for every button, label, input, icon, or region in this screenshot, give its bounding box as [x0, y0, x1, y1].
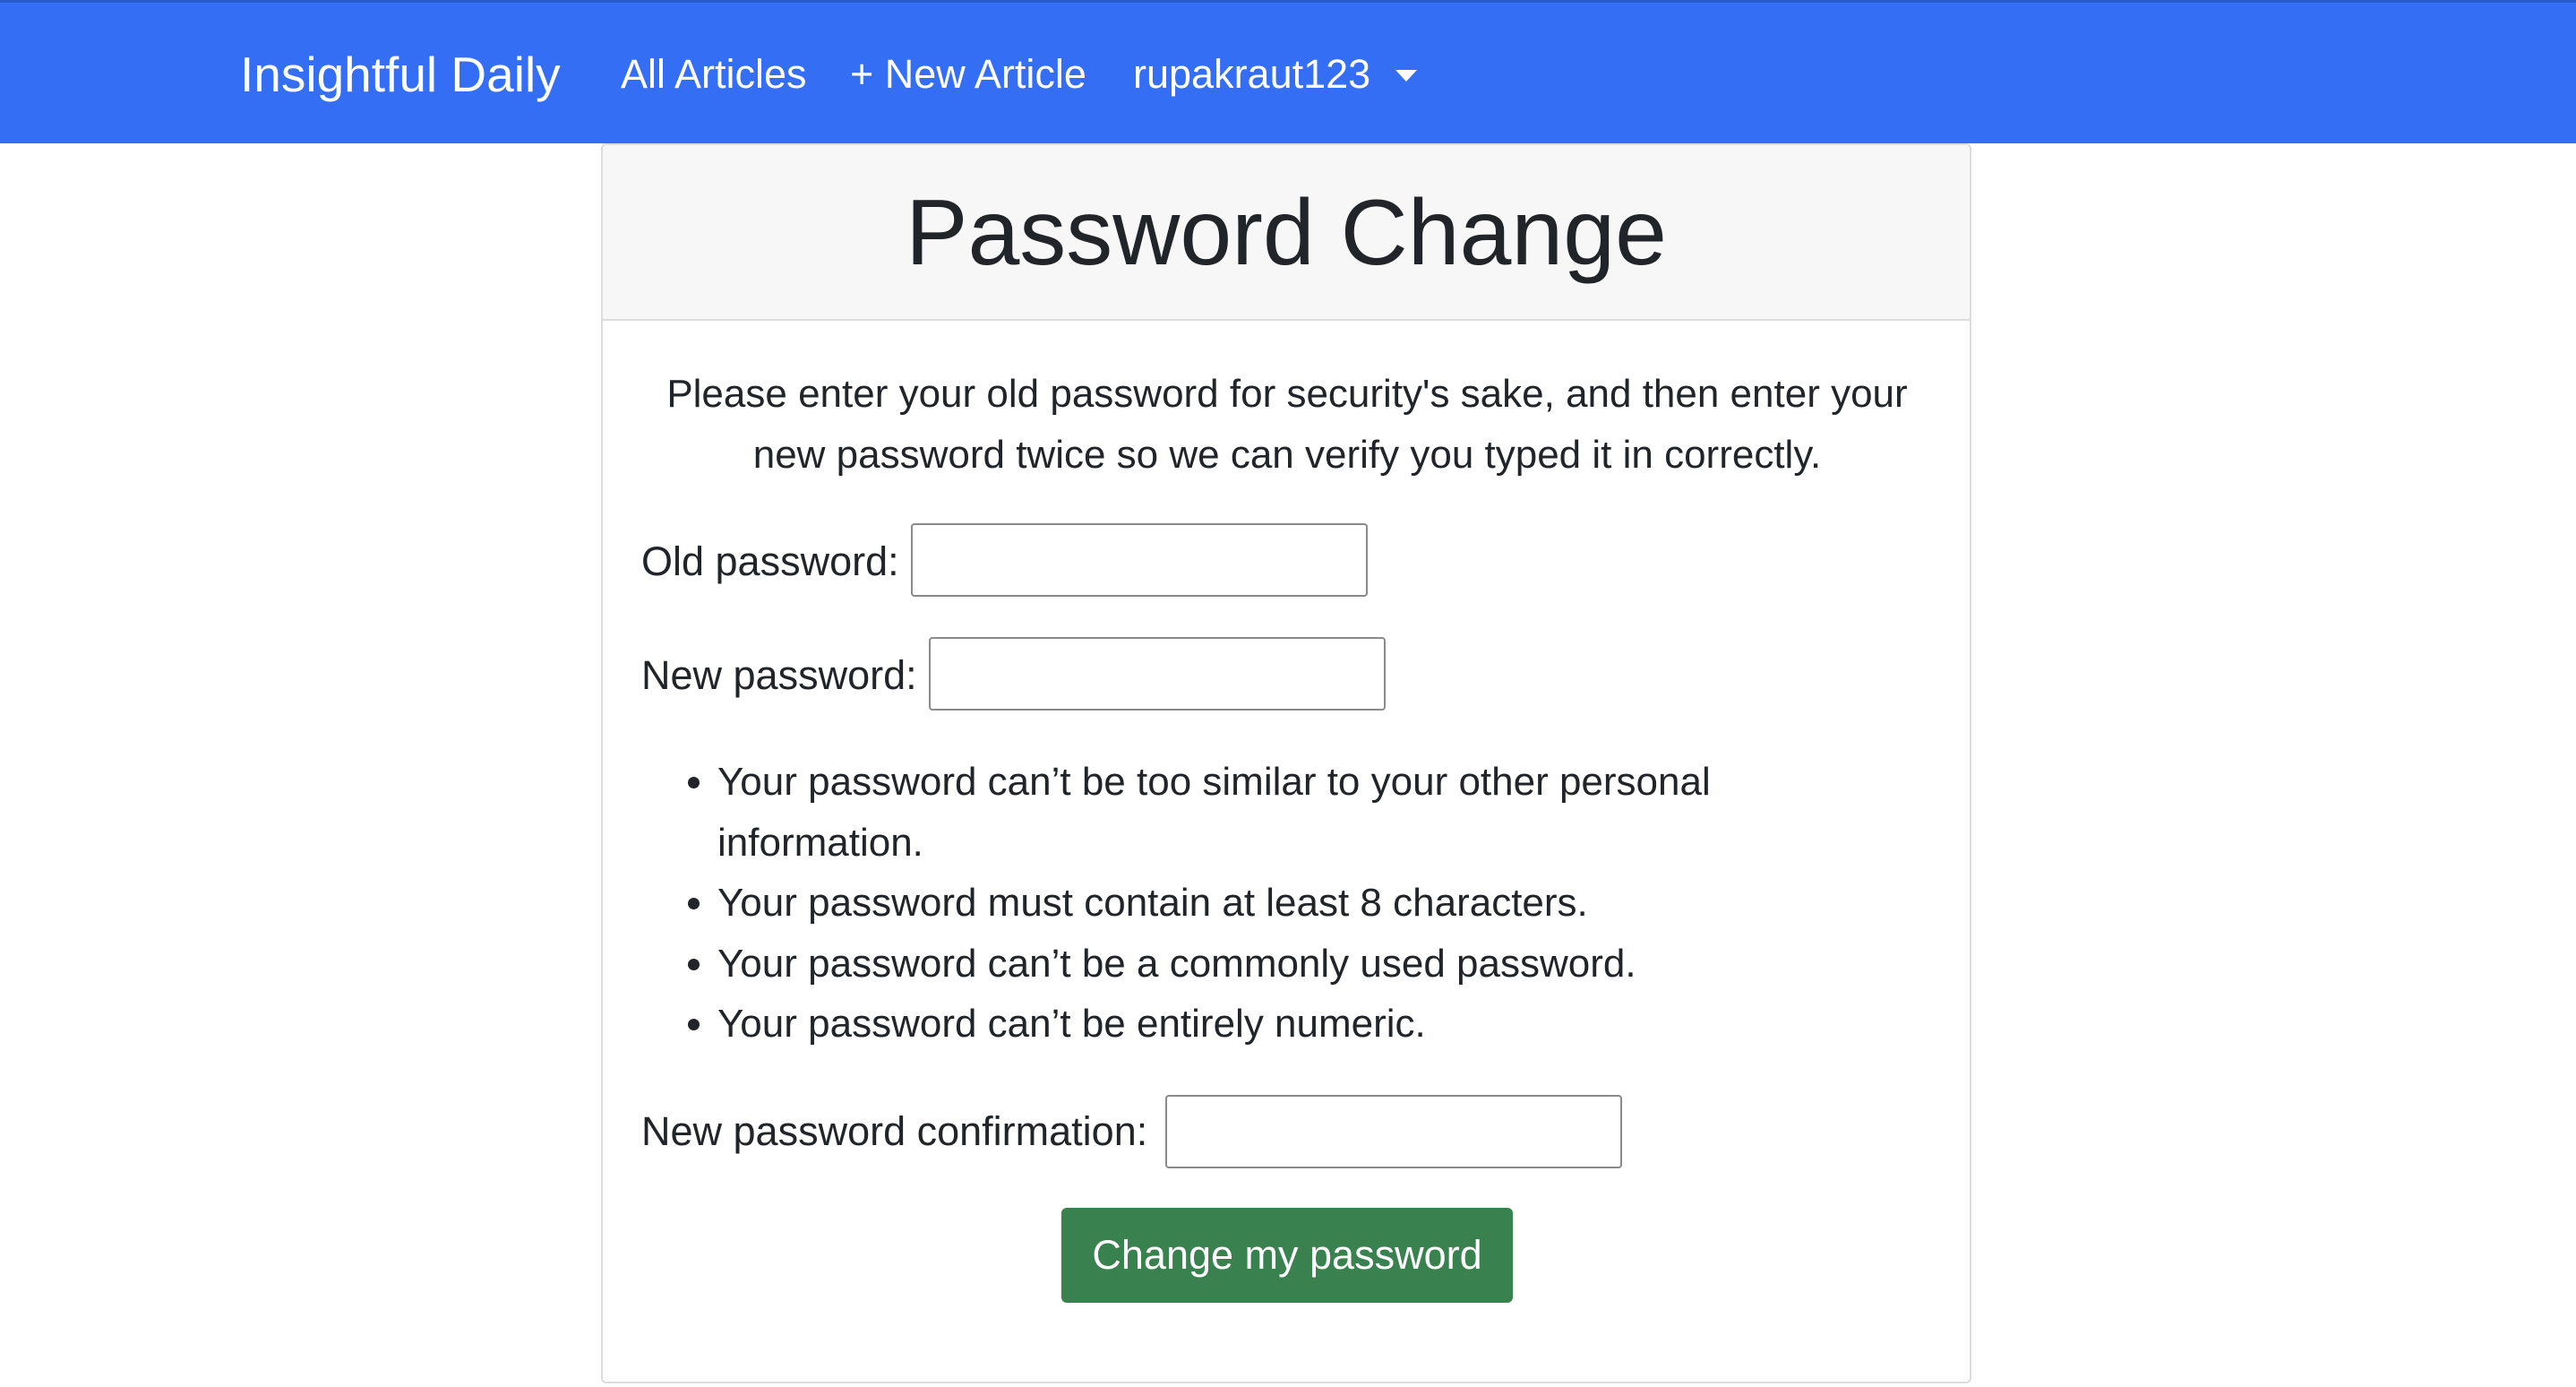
caret-down-icon[interactable]: [1395, 70, 1417, 82]
password-help-item: Your password must contain at least 8 ch…: [717, 873, 1774, 934]
password-help-item: Your password can’t be entirely numeric.: [717, 994, 1774, 1055]
intro-text: Please enter your old password for secur…: [666, 372, 1908, 477]
new-password-input[interactable]: [929, 637, 1386, 711]
new-password-confirmation-label: New password confirmation:: [641, 1108, 1148, 1154]
nav-link-all-articles[interactable]: All Articles: [621, 49, 807, 99]
change-password-button[interactable]: Change my password: [1061, 1208, 1513, 1303]
page-title: Password Change: [906, 181, 1667, 285]
top-navbar: Insightful Daily All Articles + New Arti…: [0, 0, 2576, 143]
new-password-confirmation-input[interactable]: [1165, 1095, 1622, 1168]
password-help-item: Your password can’t be a commonly used p…: [717, 934, 1774, 995]
brand-link[interactable]: Insightful Daily: [240, 46, 561, 103]
old-password-label: Old password:: [641, 538, 899, 584]
new-password-label: New password:: [641, 652, 917, 698]
password-help-list: Your password can’t be too similar to yo…: [682, 752, 1774, 1055]
user-menu-toggle[interactable]: rupakraut123: [1133, 49, 1370, 99]
password-help-item: Your password can’t be too similar to yo…: [717, 752, 1774, 873]
card-header: Password Change: [603, 145, 1970, 321]
nav-link-new-article[interactable]: + New Article: [850, 49, 1086, 99]
old-password-input[interactable]: [911, 523, 1368, 597]
password-change-card: Password Change Please enter your old pa…: [601, 143, 1971, 1383]
